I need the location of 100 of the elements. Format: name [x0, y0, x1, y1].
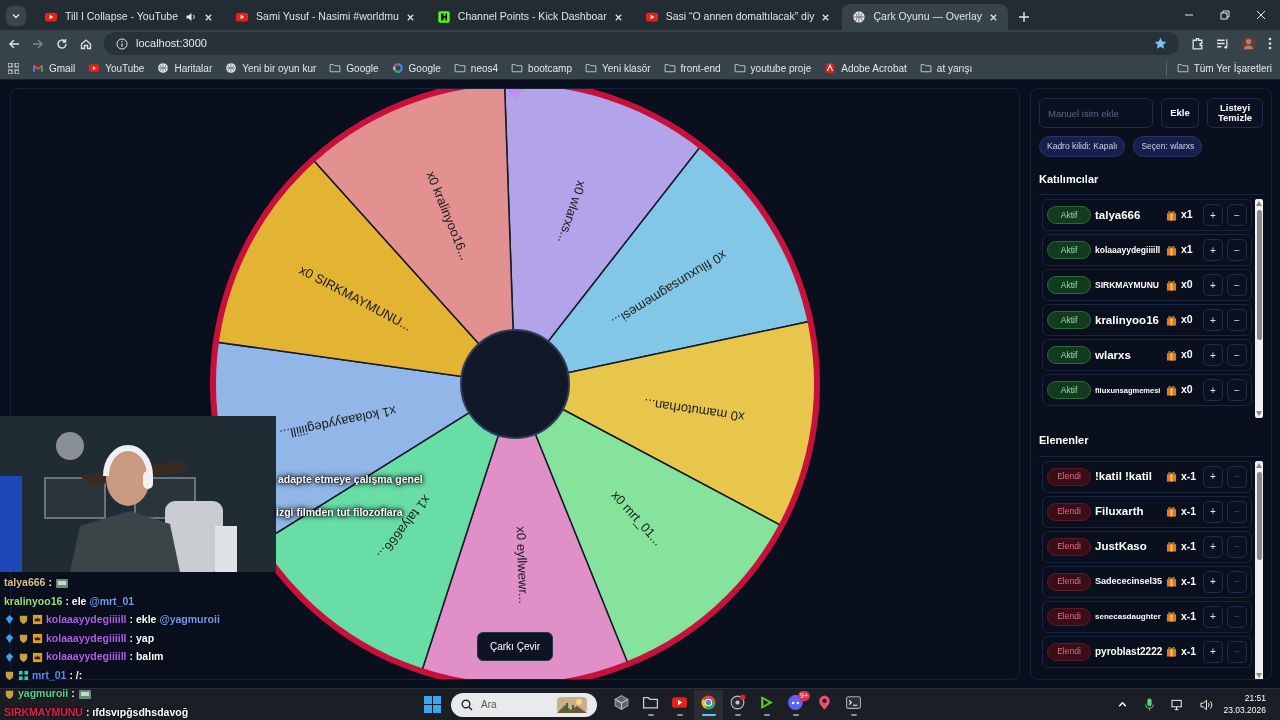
- bookmark[interactable]: Gmail: [32, 60, 76, 76]
- search-placeholder: Ara: [481, 698, 498, 712]
- status-badge: Aktif: [1047, 346, 1091, 365]
- bookmark[interactable]: Haritalar: [157, 60, 213, 76]
- minus-button[interactable]: −: [1227, 204, 1247, 227]
- gift-count: x-1: [1181, 538, 1198, 554]
- status-chip: Seçen: wlarxs: [1133, 136, 1203, 157]
- gift-icon: [1166, 646, 1177, 658]
- bookmark[interactable]: Yeni klasör: [585, 60, 651, 76]
- browser-tab[interactable]: Sasi “O annen domaltılacak” diy: [634, 4, 841, 30]
- clear-list-button[interactable]: Listeyi Temizle: [1207, 98, 1263, 128]
- browser-tab[interactable]: Channel Points - Kick Dashboar: [426, 4, 633, 30]
- scrollbar[interactable]: [1255, 460, 1263, 679]
- minus-button[interactable]: −: [1227, 274, 1247, 297]
- reload-icon[interactable]: [56, 37, 68, 50]
- search-icon: [461, 698, 473, 711]
- gift-icon: [1166, 471, 1177, 483]
- bookmark[interactable]: youtube proje: [733, 60, 812, 76]
- playlist-icon[interactable]: [1216, 37, 1229, 50]
- plus-button[interactable]: +: [1203, 309, 1223, 332]
- apps-grid-icon[interactable]: [8, 62, 19, 74]
- minus-button[interactable]: −: [1227, 379, 1247, 402]
- play-icon: [44, 10, 58, 24]
- plus-button[interactable]: +: [1203, 465, 1223, 488]
- status-badge: Elendi: [1047, 607, 1091, 626]
- volume-icon[interactable]: [1200, 698, 1214, 711]
- name-input[interactable]: Manuel isim ekle: [1039, 98, 1153, 128]
- plus-button[interactable]: +: [1203, 640, 1223, 663]
- cube-icon: [613, 693, 630, 711]
- browser-tab[interactable]: Çark Oyunu — Overlay: [842, 4, 1009, 30]
- bookmark[interactable]: neos4: [453, 60, 499, 76]
- plus-button[interactable]: +: [1203, 570, 1223, 593]
- close-icon[interactable]: [405, 12, 415, 22]
- player-name: pyroblast2222: [1095, 645, 1162, 660]
- bookmark[interactable]: Google: [391, 60, 441, 76]
- bookmark[interactable]: front-end: [663, 60, 721, 76]
- forward-icon[interactable]: [32, 37, 44, 50]
- more-icon[interactable]: [1268, 37, 1272, 50]
- spin-button[interactable]: Çarkı Çevir: [477, 632, 553, 661]
- plus-button[interactable]: +: [1203, 239, 1223, 262]
- browser-tab[interactable]: Till I Collapse - YouTube: [34, 4, 224, 30]
- chat-message: : balım: [129, 649, 164, 665]
- address-bar[interactable]: localhost:3000: [104, 32, 1179, 55]
- restore-icon[interactable]: [1220, 10, 1230, 20]
- tab-title: Channel Points - Kick Dashboar: [457, 9, 607, 25]
- status-badge: Elendi: [1047, 467, 1091, 486]
- player-name: wlarxs: [1095, 347, 1132, 363]
- gift-count: x0: [1181, 347, 1194, 363]
- plus-button[interactable]: +: [1203, 274, 1223, 297]
- bookmark[interactable]: Google: [329, 60, 379, 76]
- chat-username: mrt_01: [32, 667, 67, 683]
- gift-icon: [1166, 209, 1177, 221]
- crown-badge-icon: [32, 614, 43, 626]
- tab-search-button[interactable]: [6, 6, 26, 26]
- plus-icon[interactable]: [1018, 11, 1031, 23]
- gift-icon: [1166, 506, 1177, 518]
- plus-button[interactable]: +: [1203, 204, 1223, 227]
- close-icon[interactable]: [1256, 10, 1266, 20]
- close-icon[interactable]: [613, 12, 623, 22]
- bookmark-folder[interactable]: Tüm Yer İşaretleri: [1165, 60, 1272, 76]
- bookmark[interactable]: YouTube: [88, 60, 145, 76]
- scroll-down-icon: [1256, 672, 1262, 678]
- network-icon[interactable]: [1171, 698, 1185, 711]
- puzzle-icon[interactable]: [1191, 37, 1204, 50]
- add-button[interactable]: Ekle: [1161, 98, 1199, 128]
- search-field[interactable]: Ara: [451, 692, 597, 717]
- microphone-icon[interactable]: [1144, 698, 1156, 711]
- plus-button[interactable]: +: [1203, 605, 1223, 628]
- avatar-icon[interactable]: [1241, 36, 1256, 51]
- plus-button[interactable]: +: [1203, 344, 1223, 367]
- start-icon[interactable]: [424, 696, 441, 713]
- star-icon[interactable]: [1154, 37, 1167, 50]
- bookmark[interactable]: Adobe Acrobat: [824, 60, 907, 76]
- shield-badge-icon: [4, 688, 15, 700]
- back-icon[interactable]: [8, 37, 20, 50]
- plus-button[interactable]: +: [1203, 535, 1223, 558]
- player-name: Filuxarth: [1095, 504, 1145, 520]
- scrollbar[interactable]: [1255, 199, 1263, 419]
- crown-badge-icon: [32, 633, 43, 645]
- pointer-icon: [505, 89, 525, 99]
- minus-button[interactable]: −: [1227, 239, 1247, 262]
- home-icon[interactable]: [80, 37, 92, 50]
- minus-button[interactable]: −: [1227, 309, 1247, 332]
- player-name: senecasdaughter: [1095, 610, 1162, 623]
- bookmark[interactable]: Yeni bir oyun kur: [225, 60, 317, 76]
- chat-mention: @mrt_01: [89, 593, 135, 609]
- close-icon[interactable]: [989, 12, 999, 22]
- browser-tab[interactable]: Sami Yusuf - Nasimi #worldmu: [225, 4, 425, 30]
- status-chip: Kadro kilidi: Kapalı: [1039, 136, 1126, 157]
- close-icon[interactable]: [821, 12, 831, 22]
- player-name: kolaaayydegiiiill: [1095, 243, 1162, 257]
- gift-count: x1: [1181, 207, 1194, 223]
- close-icon[interactable]: [204, 12, 214, 22]
- plus-button[interactable]: +: [1203, 500, 1223, 523]
- plus-button[interactable]: +: [1203, 379, 1223, 402]
- bookmark[interactable]: bootcamp: [511, 60, 572, 76]
- taskbar-app[interactable]: [694, 689, 723, 720]
- minus-button[interactable]: −: [1227, 344, 1247, 367]
- terminal-icon: [845, 693, 862, 711]
- bookmark[interactable]: at yarışı: [919, 60, 973, 76]
